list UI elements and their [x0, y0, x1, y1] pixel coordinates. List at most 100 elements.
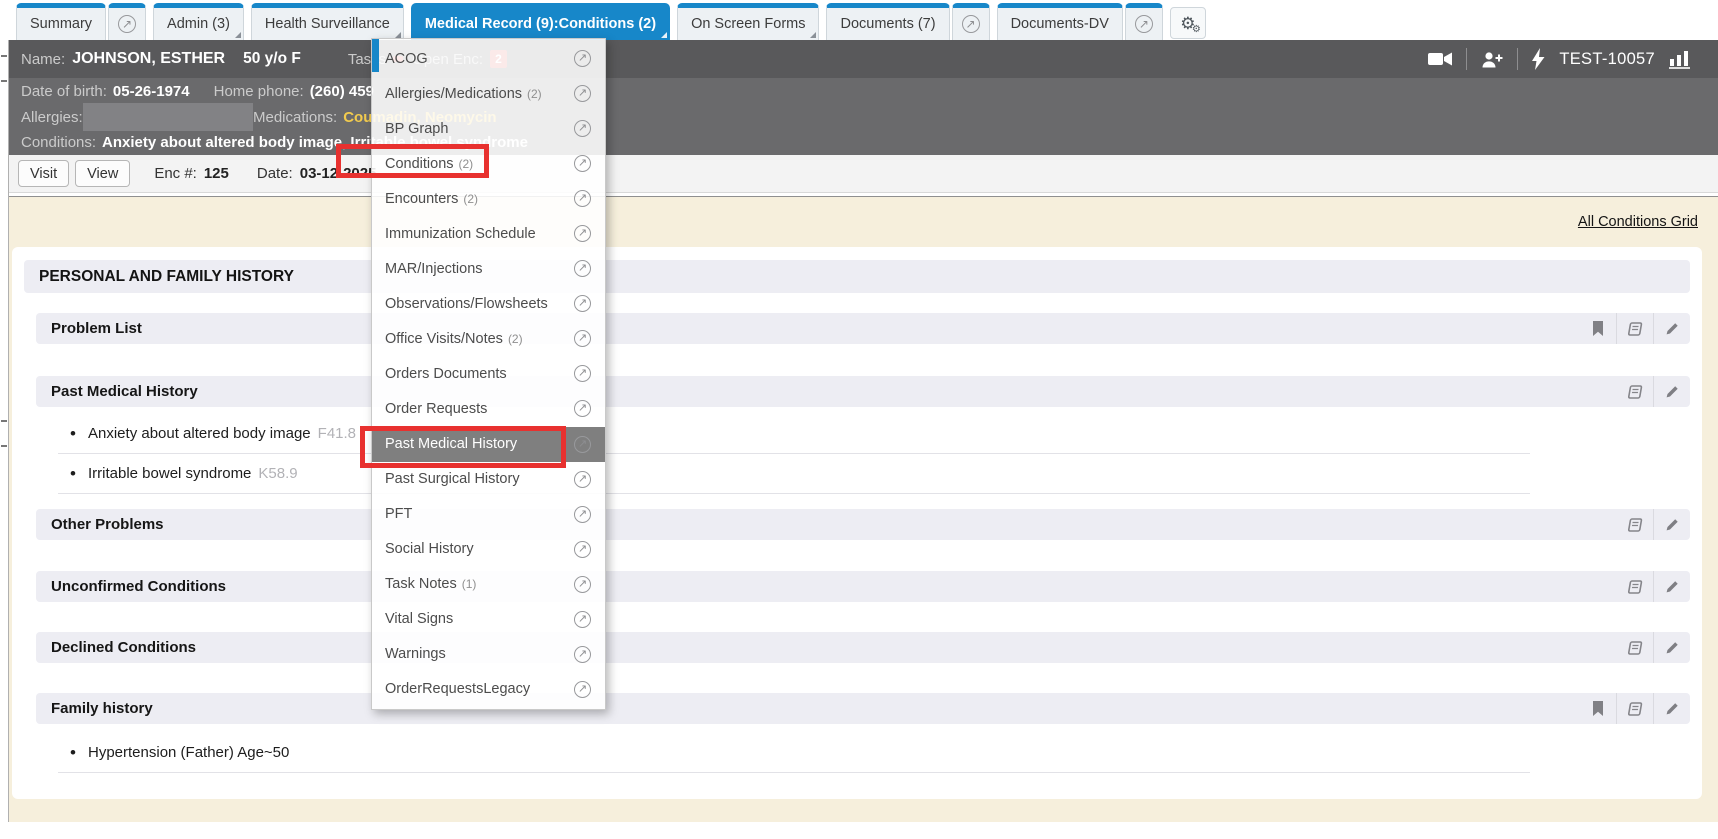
- patient-conditions-row: Conditions: Anxiety about altered body i…: [9, 130, 1718, 155]
- edit-pencil-icon[interactable]: [1653, 313, 1690, 344]
- notes-book-icon[interactable]: [1616, 571, 1653, 602]
- menu-item-orderrequestslegacy[interactable]: OrderRequestsLegacy↗: [372, 672, 605, 707]
- add-person-icon[interactable]: [1481, 51, 1503, 68]
- section-actions: [1616, 571, 1690, 602]
- edit-pencil-icon[interactable]: [1653, 571, 1690, 602]
- menu-item-acog[interactable]: ACOG↗: [372, 41, 605, 76]
- edit-pencil-icon[interactable]: [1653, 693, 1690, 724]
- patient-age-sex: 50 y/o F: [243, 50, 301, 68]
- menu-item-pft[interactable]: PFT↗: [372, 497, 605, 532]
- open-in-new-icon[interactable]: ↗: [574, 471, 591, 488]
- menu-item-task-notes[interactable]: Task Notes(1)↗: [372, 567, 605, 602]
- open-in-new-icon[interactable]: ↗: [574, 190, 591, 207]
- notes-book-icon[interactable]: [1616, 509, 1653, 540]
- tab-medical-record[interactable]: Medical Record (9):Conditions (2): [411, 3, 670, 40]
- open-in-new-icon[interactable]: ↗: [574, 85, 591, 102]
- home-phone-label: Home phone:: [214, 83, 304, 100]
- menu-item-orders-documents[interactable]: Orders Documents↗: [372, 356, 605, 391]
- menu-item-social-history[interactable]: Social History↗: [372, 532, 605, 567]
- open-in-new-icon[interactable]: ↗: [574, 50, 591, 67]
- menu-item-office-visits-notes[interactable]: Office Visits/Notes(2)↗: [372, 321, 605, 356]
- tab-summary-open-new-button[interactable]: ↗: [108, 3, 146, 40]
- condition-list-item: Anxiety about altered body imageF41.8: [58, 414, 1530, 454]
- open-in-new-icon[interactable]: ↗: [574, 400, 591, 417]
- menu-item-immunization-schedule[interactable]: Immunization Schedule↗: [372, 216, 605, 251]
- patient-id: TEST-10057: [1559, 50, 1655, 69]
- open-in-new-icon[interactable]: ↗: [574, 120, 591, 137]
- open-in-new-icon[interactable]: ↗: [574, 155, 591, 172]
- conditions-label: Conditions:: [21, 134, 96, 151]
- page-section-header: PERSONAL AND FAMILY HISTORY: [24, 260, 1690, 293]
- section-actions: [1579, 313, 1690, 344]
- notes-book-icon[interactable]: [1616, 313, 1653, 344]
- open-in-new-icon[interactable]: ↗: [574, 225, 591, 242]
- tab-on-screen-forms[interactable]: On Screen Forms: [677, 3, 819, 40]
- gutter-tick: [1, 445, 7, 447]
- open-in-new-icon[interactable]: ↗: [574, 365, 591, 382]
- open-in-new-icon[interactable]: ↗: [574, 611, 591, 628]
- open-in-new-icon[interactable]: ↗: [574, 436, 591, 453]
- divider: [1466, 48, 1467, 70]
- menu-item-warnings[interactable]: Warnings↗: [372, 637, 605, 672]
- allergies-label: Allergies:: [21, 109, 83, 126]
- notes-book-icon[interactable]: [1616, 693, 1653, 724]
- open-in-new-icon[interactable]: ↗: [574, 506, 591, 523]
- menu-item-encounters[interactable]: Encounters(2)↗: [372, 181, 605, 216]
- icd-code: K58.9: [258, 465, 297, 482]
- open-in-new-icon[interactable]: ↗: [574, 576, 591, 593]
- section-actions: [1579, 693, 1690, 724]
- settings-button[interactable]: ⚙ ⚙: [1170, 7, 1206, 39]
- lightning-icon[interactable]: [1532, 48, 1545, 70]
- section-unconfirmed-conditions: Unconfirmed Conditions: [36, 571, 1690, 602]
- divider: [1517, 48, 1518, 70]
- video-camera-icon[interactable]: [1428, 51, 1452, 67]
- left-panel-gutter[interactable]: [0, 22, 9, 822]
- condition-list-item: Hypertension (Father) Age~50: [58, 733, 1530, 773]
- gutter-tick: [1, 55, 7, 57]
- patient-name-row: Name: JOHNSON, ESTHER 50 y/o F Tasks Ope…: [9, 40, 1718, 78]
- tab-documents-dv-open-new-button[interactable]: ↗: [1125, 3, 1163, 40]
- menu-item-observations-flowsheets[interactable]: Observations/Flowsheets↗: [372, 286, 605, 321]
- open-in-new-icon: ↗: [118, 15, 136, 33]
- enc-label: Enc #:: [154, 165, 197, 182]
- bookmark-icon[interactable]: [1579, 313, 1616, 344]
- condition-list-item: Irritable bowel syndromeK58.9: [58, 454, 1530, 494]
- menu-item-allergies-medications[interactable]: Allergies/Medications(2)↗: [372, 76, 605, 111]
- tab-documents-open-new-button[interactable]: ↗: [952, 3, 990, 40]
- patient-dob-row: Date of birth: 05-26-1974 Home phone: (2…: [9, 78, 1718, 104]
- all-conditions-grid-link[interactable]: All Conditions Grid: [1578, 214, 1698, 230]
- section-actions: [1616, 376, 1690, 407]
- view-button[interactable]: View: [75, 160, 130, 187]
- section-past-medical-history: Past Medical History: [36, 376, 1690, 407]
- open-in-new-icon[interactable]: ↗: [574, 295, 591, 312]
- open-in-new-icon[interactable]: ↗: [574, 681, 591, 698]
- menu-item-bp-graph[interactable]: BP Graph↗: [372, 111, 605, 146]
- open-in-new-icon[interactable]: ↗: [574, 260, 591, 277]
- edit-pencil-icon[interactable]: [1653, 509, 1690, 540]
- tab-admin[interactable]: Admin (3): [153, 3, 244, 40]
- edit-pencil-icon[interactable]: [1653, 632, 1690, 663]
- tab-summary[interactable]: Summary: [16, 3, 106, 40]
- home-phone-value: (260) 459: [310, 83, 374, 100]
- tab-documents[interactable]: Documents (7): [826, 3, 949, 40]
- name-label: Name:: [21, 51, 65, 68]
- menu-item-order-requests[interactable]: Order Requests↗: [372, 391, 605, 426]
- menu-item-mar-injections[interactable]: MAR/Injections↗: [372, 251, 605, 286]
- open-in-new-icon[interactable]: ↗: [574, 541, 591, 558]
- bar-chart-icon[interactable]: [1669, 50, 1692, 69]
- tab-health-surveillance[interactable]: Health Surveillance: [251, 3, 404, 40]
- edit-pencil-icon[interactable]: [1653, 376, 1690, 407]
- section-family-history: Family history: [36, 693, 1690, 724]
- tab-documents-dv[interactable]: Documents-DV: [997, 3, 1123, 40]
- gutter-tick: [1, 420, 7, 422]
- dob-label: Date of birth:: [21, 83, 107, 100]
- notes-book-icon[interactable]: [1616, 632, 1653, 663]
- visit-button[interactable]: Visit: [18, 160, 69, 187]
- open-in-new-icon[interactable]: ↗: [574, 330, 591, 347]
- open-in-new-icon[interactable]: ↗: [574, 646, 591, 663]
- tab-group-summary: Summary ↗: [16, 3, 146, 40]
- menu-item-vital-signs[interactable]: Vital Signs↗: [372, 602, 605, 637]
- notes-book-icon[interactable]: [1616, 376, 1653, 407]
- bookmark-icon[interactable]: [1579, 693, 1616, 724]
- dob-value: 05-26-1974: [113, 83, 190, 100]
